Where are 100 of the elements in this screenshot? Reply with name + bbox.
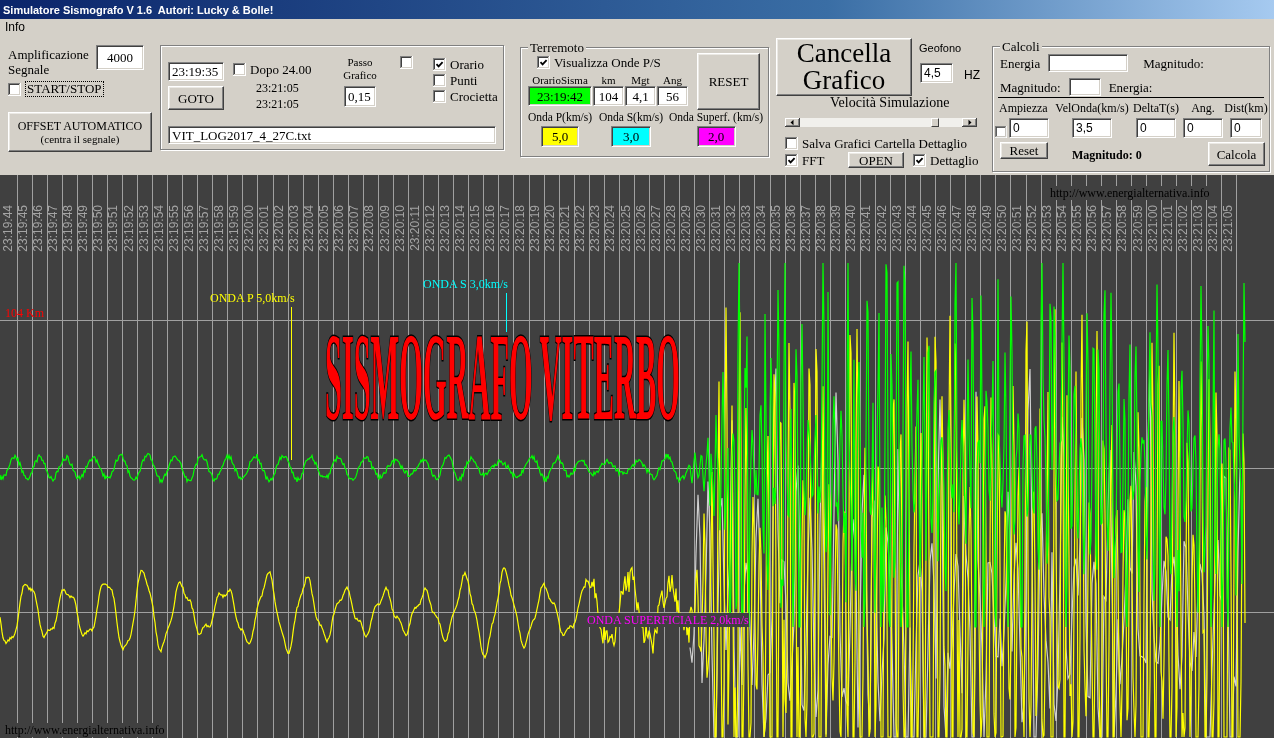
checkbox-label: START/STOP: [25, 81, 104, 97]
time-label: 23:20:43: [890, 205, 904, 252]
time-label: 23:20:54: [1056, 205, 1070, 252]
group-title: Calcoli: [1000, 39, 1042, 54]
time-label: 23:19:47: [47, 205, 61, 252]
field-label: Magnitudo:: [1000, 79, 1061, 95]
field-label: Ampiezza: [999, 102, 1048, 115]
time-label: 23:20:49: [980, 205, 994, 252]
window-title: Simulatore Sismografo V 1.6 Autori: Lucky & Bolle!: [3, 2, 274, 17]
time-label: 23:21:04: [1206, 205, 1220, 252]
time-label: 23:20:03: [288, 205, 302, 252]
time-label: 23:20:08: [363, 205, 377, 252]
checkbox-label: Punti: [450, 72, 478, 88]
field-label: Energia: [1000, 55, 1041, 71]
field-label: Onda Superf. (km/s): [668, 111, 764, 124]
field-label: Ang: [663, 74, 682, 86]
time-label: 23:20:01: [258, 205, 271, 252]
time-label: 23:20:34: [755, 205, 768, 252]
time-label: 23:20:25: [619, 205, 633, 252]
time-label: 23:20:21: [559, 205, 573, 252]
checkbox-label: Visualizza Onde P/S: [554, 55, 661, 70]
field-label: Energia:: [1108, 79, 1153, 95]
time-label: 23:21:01: [1161, 205, 1175, 252]
field-label: Mgt: [631, 74, 650, 86]
field-label: Onda P(km/s): [527, 111, 593, 124]
time-label: 23:20:26: [634, 205, 648, 252]
time-label: 23:20:35: [770, 205, 784, 252]
time-label: 23:20:31: [709, 205, 723, 252]
time-label: 23:20:36: [785, 205, 799, 252]
time-label: 23:20:09: [378, 205, 392, 252]
time-label: 23:20:55: [1071, 205, 1085, 252]
time-label: 23:19:55: [167, 205, 181, 252]
checkbox-label: Crocietta: [450, 88, 498, 104]
time-label: 23:21:02: [1176, 205, 1190, 252]
time-label: 23:19:44: [2, 205, 15, 252]
slider-label: Velocità Simulazione: [830, 96, 950, 110]
field-label: km: [601, 74, 616, 86]
time-label: 23:20:39: [830, 205, 844, 252]
time-label: 23:20:17: [499, 205, 512, 252]
time-label: 23:19:52: [122, 205, 136, 252]
field-label: DeltaT(s): [1133, 102, 1179, 115]
field-label: Magnitudo:: [1143, 55, 1204, 71]
time-label: 23:19:53: [137, 205, 151, 252]
field-label: Geofono: [919, 42, 962, 55]
time-label: 23:20:13: [438, 205, 452, 252]
time-label: 23:21:00: [1146, 205, 1160, 252]
time-label: 23:20:10: [393, 205, 407, 252]
time-label: 23:20:30: [694, 205, 708, 252]
field-label: Ang.: [1191, 102, 1215, 115]
time-label: 23:20:28: [664, 205, 678, 252]
time-label: 23:19:58: [212, 205, 226, 252]
time-label: 23:20:44: [905, 205, 919, 252]
time-label: 23:20:05: [318, 205, 332, 252]
time-label: 23:20:37: [800, 205, 814, 252]
time-label: 23:20:46: [935, 205, 949, 252]
time-label: 23:19:56: [182, 205, 196, 252]
time-label: 23:19:54: [152, 205, 166, 252]
time-label: 23:20:38: [815, 205, 829, 252]
time-label: 23:20:56: [1086, 205, 1100, 252]
time-label: 23:20:11: [408, 205, 422, 251]
time-label: 23:20:24: [604, 205, 618, 252]
time-label: 23:19:49: [77, 205, 91, 252]
time-label: 23:20:14: [453, 205, 467, 252]
time-label: 23:20:00: [243, 205, 256, 252]
time-label: 23:20:48: [965, 205, 979, 252]
checkbox-label: Salva Grafici Cartella Dettaglio: [802, 136, 967, 151]
time-label: 23:20:19: [529, 205, 543, 252]
time-label: 23:20:23: [589, 205, 603, 252]
time-label: 23:21:05: [1221, 205, 1235, 252]
checkbox-label: Dettaglio: [930, 152, 979, 168]
time-label: 23:19:46: [32, 205, 46, 252]
unit-label: HZ: [964, 68, 980, 83]
field-label: OrarioSisma: [532, 74, 588, 86]
time-text: 23:21:05: [256, 80, 299, 96]
time-label: 23:20:02: [273, 205, 287, 252]
time-label: 23:20:57: [1101, 205, 1115, 252]
time-label: 23:20:58: [1116, 205, 1130, 252]
time-label: 23:19:57: [197, 205, 211, 252]
time-label: 23:20:45: [920, 205, 934, 252]
time-label: 23:20:59: [1131, 205, 1145, 252]
time-label: 23:20:04: [303, 205, 317, 252]
time-label: 23:20:32: [724, 205, 738, 252]
time-label: 23:20:18: [514, 205, 527, 252]
time-label: 23:20:40: [845, 205, 859, 252]
field-label: Passo Grafico: [342, 56, 378, 82]
time-label: 23:20:42: [875, 205, 889, 252]
field-label: Amplificazione Segnale: [8, 47, 90, 77]
time-label: 23:20:53: [1041, 205, 1055, 252]
time-label: 23:20:52: [1026, 205, 1040, 252]
time-label: 23:20:29: [679, 205, 693, 252]
url-text: http://www.energialternativa.info: [1050, 186, 1210, 200]
time-label: 23:20:51: [1011, 205, 1024, 252]
checkbox-label: FFT: [802, 152, 825, 168]
result-text: Magnitudo: 0: [1072, 148, 1142, 164]
field-label: VelOnda(km/s): [1055, 102, 1129, 115]
time-label: 23:19:59: [227, 205, 241, 252]
time-label: 23:20:41: [860, 205, 874, 252]
field-label: Dist(km): [1224, 102, 1268, 115]
field-label: Onda S(km/s): [598, 111, 664, 124]
time-label: 23:20:15: [468, 205, 482, 252]
